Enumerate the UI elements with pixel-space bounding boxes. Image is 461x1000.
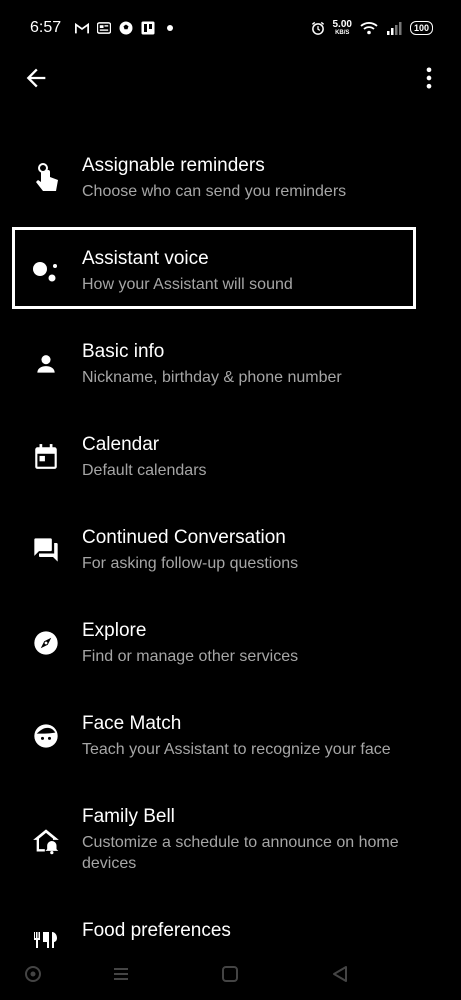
- circle-dot-icon: [25, 966, 41, 982]
- assistant-nav-button[interactable]: [21, 962, 45, 986]
- item-subtitle: Default calendars: [82, 462, 207, 479]
- item-subtitle: Nickname, birthday & phone number: [82, 369, 342, 386]
- item-subtitle: Choose who can send you reminders: [82, 183, 347, 200]
- selection-highlight: [12, 227, 416, 309]
- item-subtitle: Teach your Assistant to recognize your f…: [82, 741, 391, 758]
- news-icon: [97, 21, 112, 35]
- status-bar: 6:57 5.00 KB/S 100: [0, 0, 461, 56]
- list-item-basic-info[interactable]: Basic info Nickname, birthday & phone nu…: [0, 326, 461, 416]
- menu-nav-button[interactable]: [109, 962, 133, 986]
- item-title: Calendar: [82, 434, 160, 455]
- item-subtitle: Customize a schedule to announce on home…: [82, 834, 399, 872]
- speed-value: 5.00: [332, 18, 352, 30]
- item-subtitle: Find or manage other services: [82, 648, 299, 665]
- touch-hand-icon: [30, 162, 62, 194]
- list-item-continued-conversation[interactable]: Continued Conversation For asking follow…: [0, 512, 461, 602]
- battery-indicator: 100: [409, 21, 433, 35]
- alarm-icon: [311, 21, 325, 35]
- wifi-icon: [360, 21, 378, 35]
- item-title: Basic info: [82, 341, 165, 362]
- item-title: Face Match: [82, 713, 182, 734]
- calendar-icon: [30, 441, 62, 473]
- network-speed: 5.00 KB/S: [332, 18, 352, 37]
- home-square-icon: [222, 966, 238, 982]
- list-item-assignable-reminders[interactable]: Assignable reminders Choose who can send…: [0, 140, 461, 230]
- home-nav-button[interactable]: [218, 962, 242, 986]
- triangle-back-icon: [333, 966, 347, 982]
- item-title: Food preferences: [82, 920, 231, 941]
- list-item-family-bell[interactable]: Family Bell Customize a schedule to anno…: [0, 791, 461, 891]
- list-item-explore[interactable]: Explore Find or manage other services: [0, 605, 461, 695]
- home-bell-icon: [30, 825, 62, 857]
- soccer-icon: [119, 21, 133, 35]
- menu-icon: [114, 968, 128, 980]
- item-title: Assignable reminders: [82, 155, 265, 176]
- item-title: Continued Conversation: [82, 527, 286, 548]
- status-time: 6:57: [30, 19, 62, 36]
- item-title: Family Bell: [82, 806, 175, 827]
- list-item-calendar[interactable]: Calendar Default calendars: [0, 419, 461, 509]
- signal-icon: [386, 21, 402, 35]
- forum-icon: [30, 534, 62, 566]
- compass-icon: [30, 627, 62, 659]
- arrow-back-icon: [26, 68, 46, 88]
- item-subtitle: For asking follow-up questions: [82, 555, 299, 572]
- person-icon: [30, 348, 62, 380]
- gmail-icon: [75, 21, 90, 35]
- app-bar: [0, 56, 461, 100]
- more-vert-icon: [426, 67, 432, 89]
- list-item-food-preferences[interactable]: Food preferences: [0, 905, 461, 950]
- board-icon: [141, 21, 155, 35]
- item-title: Explore: [82, 620, 147, 641]
- speed-unit: KB/S: [335, 29, 350, 36]
- list-item-face-match[interactable]: Face Match Teach your Assistant to recog…: [0, 698, 461, 788]
- system-nav-bar: [0, 950, 461, 1000]
- back-nav-button[interactable]: [328, 962, 352, 986]
- more-options-button[interactable]: [415, 64, 443, 92]
- face-icon: [30, 720, 62, 752]
- notification-dot-icon: [163, 21, 177, 35]
- back-button[interactable]: [22, 64, 50, 92]
